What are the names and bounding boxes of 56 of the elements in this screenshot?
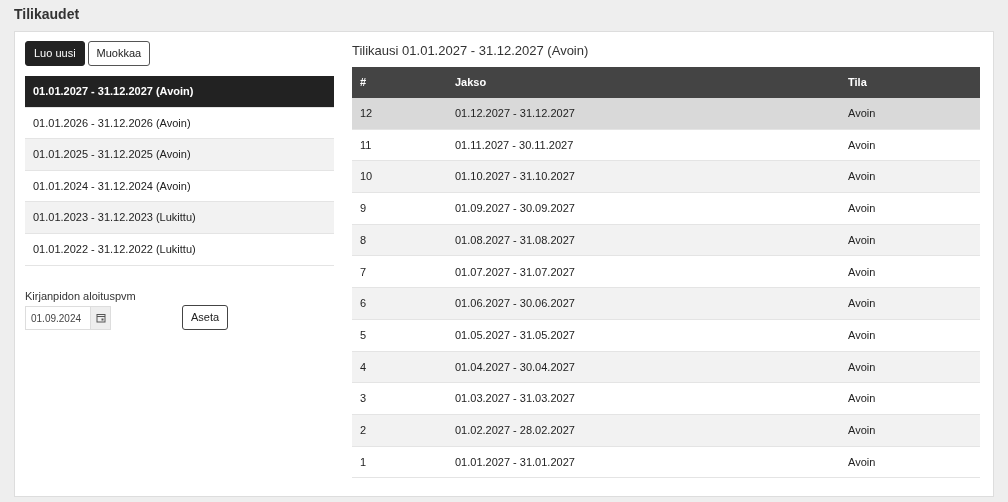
column-header: # — [360, 76, 367, 89]
period-cell: 01.06.2027 - 30.06.2027 — [455, 297, 575, 310]
number-cell: 9 — [360, 202, 367, 215]
number-cell: 5 — [360, 328, 367, 341]
number-cell: 10 — [360, 170, 373, 183]
number-cell: 1 — [360, 455, 367, 468]
set-button[interactable]: Aseta — [182, 304, 229, 330]
table-row[interactable]: 4 01.04.2027 - 30.04.2027 Avoin — [352, 351, 980, 384]
status-cell: Avoin — [848, 423, 876, 436]
status-cell: Avoin — [848, 202, 876, 215]
table-row[interactable]: 8 01.08.2027 - 31.08.2027 Avoin — [352, 224, 980, 257]
period-cell: 01.09.2027 - 30.09.2027 — [455, 202, 575, 215]
period-cell: 01.08.2027 - 31.08.2027 — [455, 233, 575, 246]
number-cell: 7 — [360, 265, 367, 278]
edit-button[interactable]: Muokkaa — [87, 41, 151, 66]
field-label: Kirjanpidon aloituspvm — [25, 288, 137, 304]
number-cell: 4 — [360, 360, 367, 373]
period-cell: 01.02.2027 - 28.02.2027 — [455, 423, 575, 436]
date-field[interactable]: 01.09.2024 — [25, 306, 111, 331]
period-cell: 01.12.2027 - 31.12.2027 — [455, 107, 575, 120]
page-title: Tilikaudet — [14, 6, 80, 22]
column-header: Tila — [848, 76, 867, 89]
status-cell: Avoin — [848, 233, 876, 246]
number-cell: 8 — [360, 233, 367, 246]
number-cell: 11 — [360, 138, 372, 151]
period-cell: 01.11.2027 - 30.11.2027 — [455, 138, 574, 151]
table-row[interactable]: 2 01.02.2027 - 28.02.2027 Avoin — [352, 414, 980, 447]
period-cell: 01.10.2027 - 31.10.2027 — [455, 170, 575, 183]
period-item[interactable]: 01.01.2025 - 31.12.2025 (Avoin) — [25, 139, 334, 171]
number-cell: 2 — [360, 423, 367, 436]
status-cell: Avoin — [848, 455, 876, 468]
status-cell: Avoin — [848, 392, 876, 405]
table-row[interactable]: 6 01.06.2027 - 30.06.2027 Avoin — [352, 288, 980, 320]
table-row[interactable]: 10 01.10.2027 - 31.10.2027 Avoin — [352, 161, 980, 194]
period-item[interactable]: 01.01.2023 - 31.12.2023 (Lukittu) — [25, 202, 334, 234]
period-cell: 01.04.2027 - 30.04.2027 — [455, 360, 575, 373]
number-cell: 3 — [360, 392, 367, 405]
status-cell: Avoin — [848, 265, 876, 278]
table-row[interactable]: 12 01.12.2027 - 31.12.2027 Avoin — [352, 98, 980, 130]
column-header: Jakso — [455, 76, 487, 89]
number-cell: 12 — [360, 107, 373, 120]
status-cell: Avoin — [848, 170, 876, 183]
period-cell: 01.01.2027 - 31.01.2027 — [455, 455, 575, 468]
create-button[interactable]: Luo uusi — [25, 41, 85, 66]
status-cell: Avoin — [848, 360, 876, 373]
calendar-icon[interactable] — [95, 313, 106, 324]
status-cell: Avoin — [848, 107, 876, 120]
period-cell: 01.05.2027 - 31.05.2027 — [455, 328, 575, 341]
period-cell: 01.03.2027 - 31.03.2027 — [455, 392, 575, 405]
period-title: Tilikausi 01.01.2027 - 31.12.2027 (Avoin) — [352, 42, 590, 60]
period-item[interactable]: 01.01.2027 - 31.12.2027 (Avoin) — [25, 76, 334, 108]
period-cell: 01.07.2027 - 31.07.2027 — [455, 265, 575, 278]
number-cell: 6 — [360, 297, 367, 310]
status-cell: Avoin — [848, 138, 876, 151]
status-cell: Avoin — [848, 328, 876, 341]
status-cell: Avoin — [848, 297, 876, 310]
